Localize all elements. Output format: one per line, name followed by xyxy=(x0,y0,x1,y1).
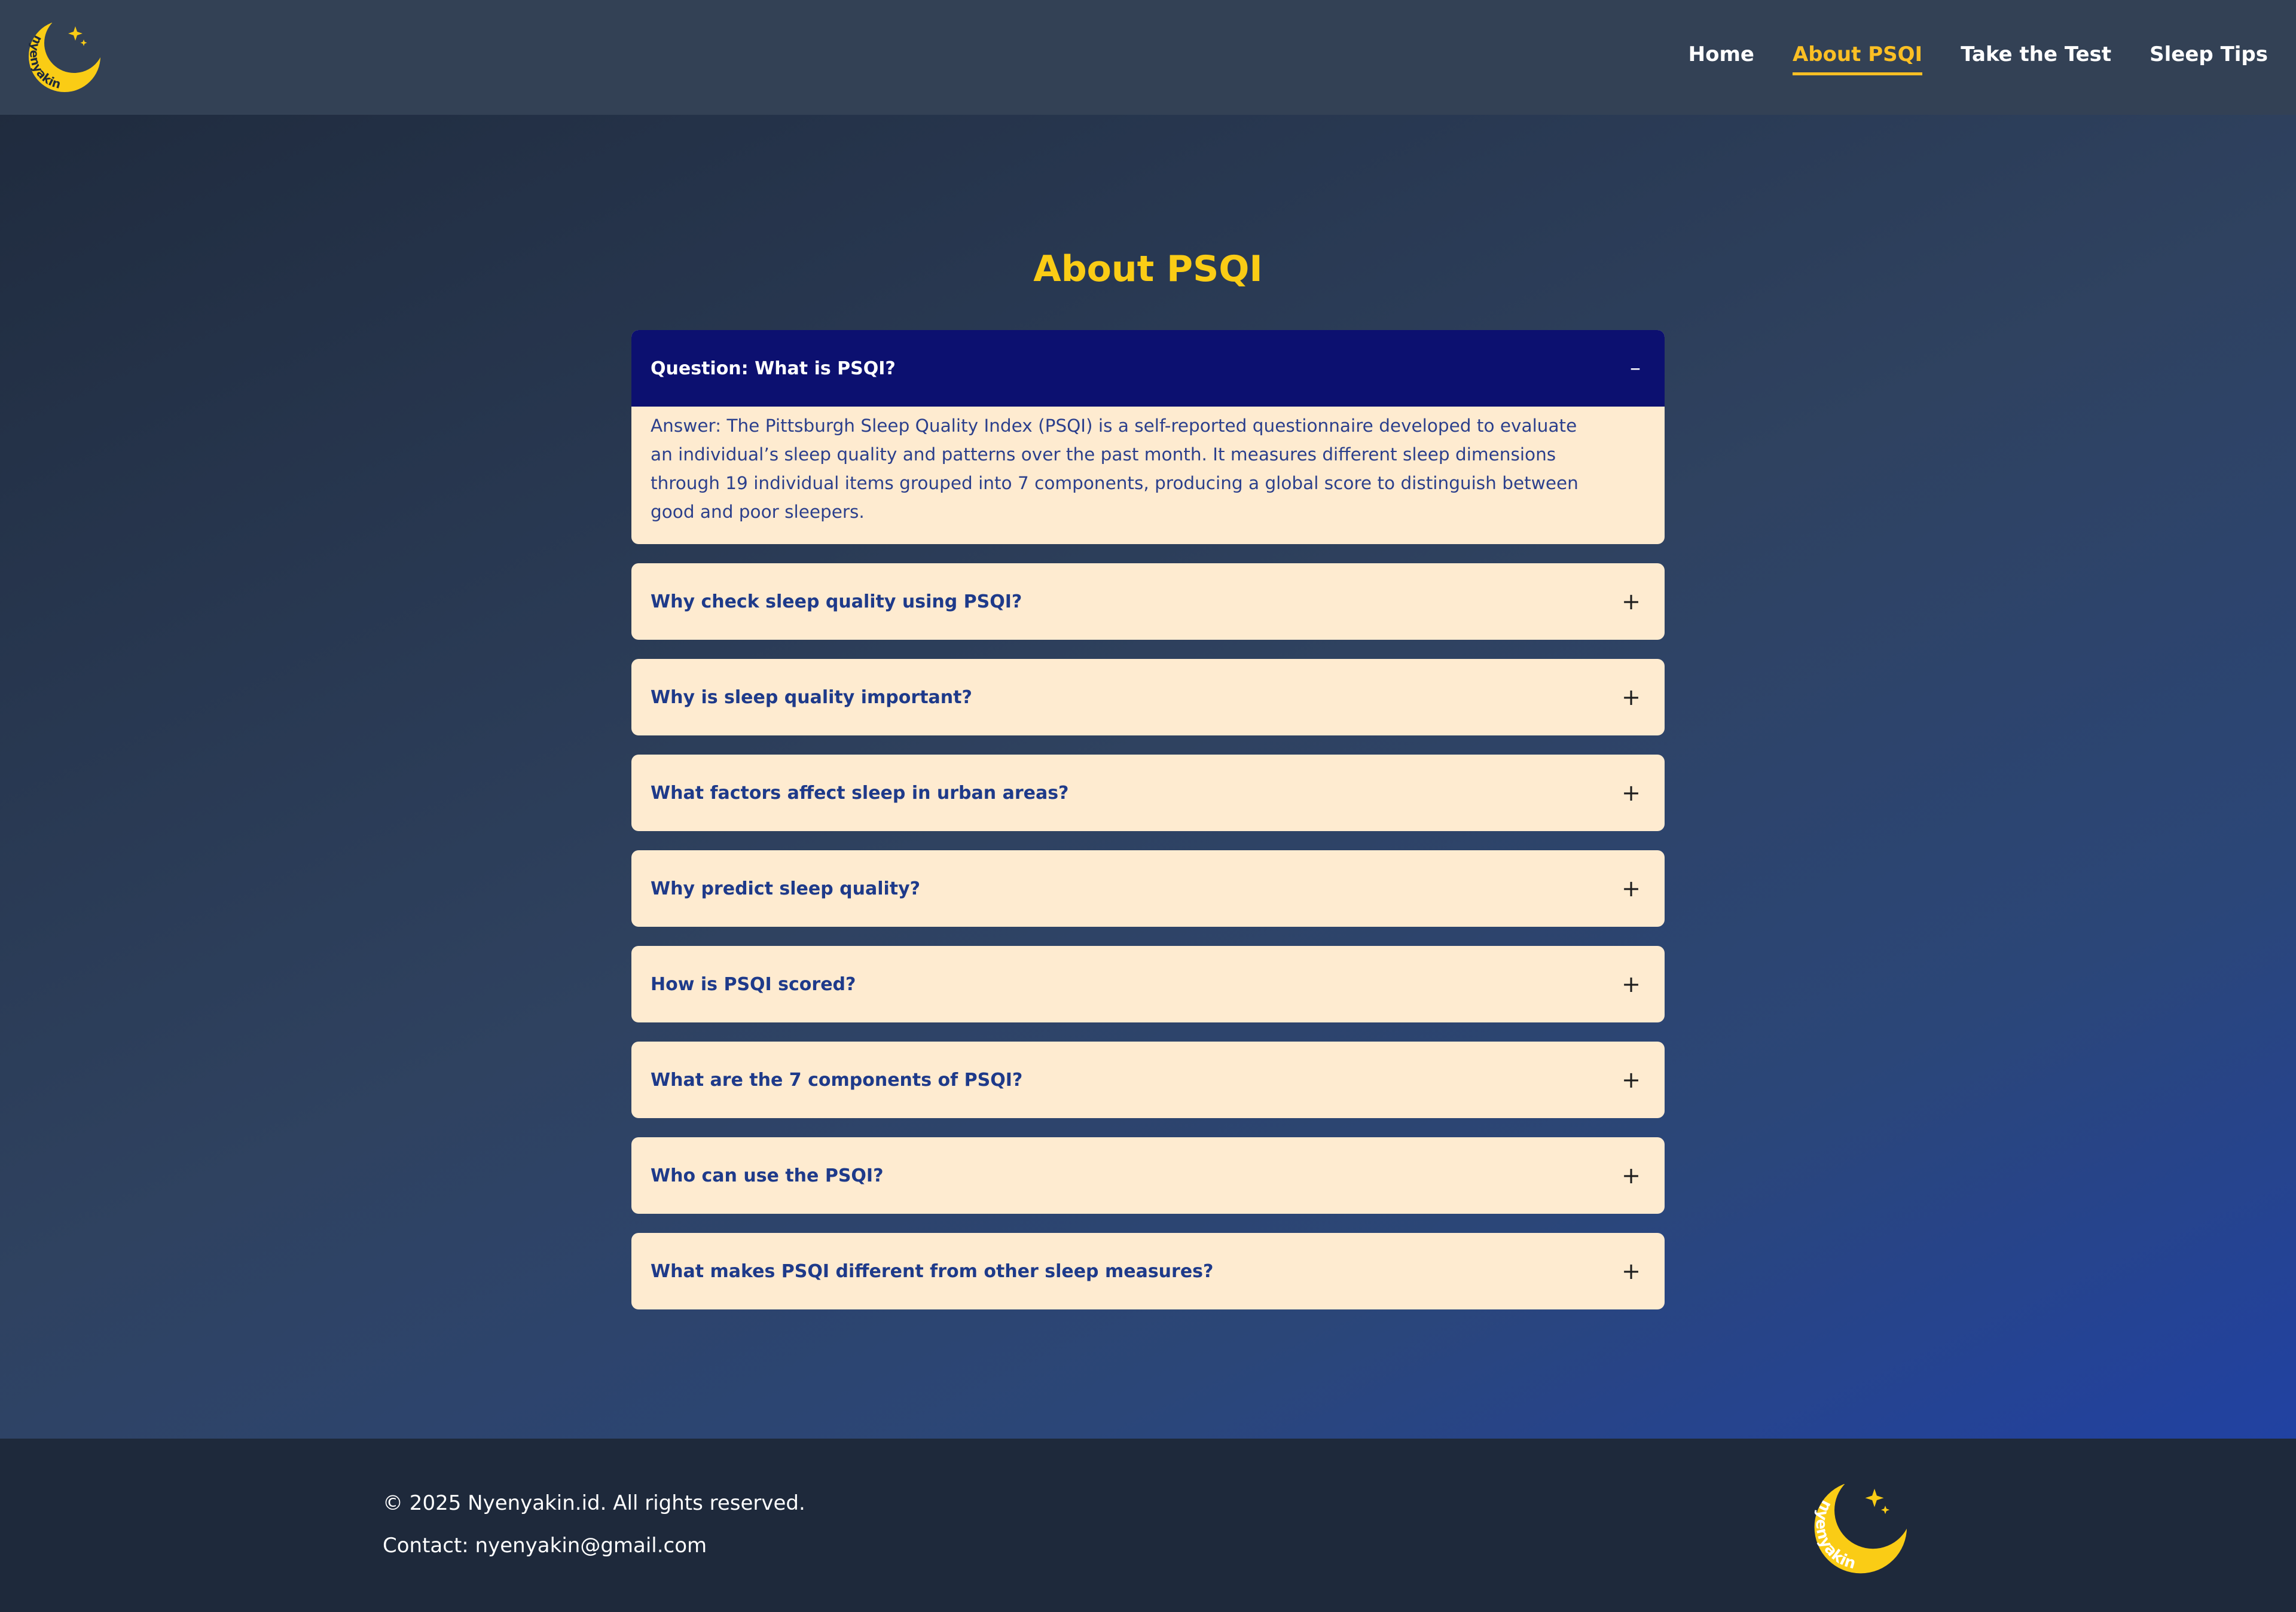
faq-answer-text: Answer: The Pittsburgh Sleep Quality Ind… xyxy=(651,416,1578,522)
footer-contact: Contact: nyenyakin@gmail.com xyxy=(383,1534,707,1558)
faq-item: Why is sleep quality important? + xyxy=(631,659,1665,735)
faq-question-text: How is PSQI scored? xyxy=(651,973,856,995)
faq-question-button[interactable]: Why predict sleep quality? + xyxy=(631,850,1665,927)
faq-question-button[interactable]: Why is sleep quality important? + xyxy=(631,659,1665,735)
site-header: nyenyakin Home About PSQI Take the Test … xyxy=(0,0,2296,115)
expand-icon[interactable]: + xyxy=(1622,686,1641,709)
nav-about-psqi[interactable]: About PSQI xyxy=(1792,42,1923,75)
faq-question-text: Who can use the PSQI? xyxy=(651,1165,884,1186)
faq-question-text: Why check sleep quality using PSQI? xyxy=(651,591,1022,612)
faq-question-text: Why predict sleep quality? xyxy=(651,878,921,899)
expand-icon[interactable]: + xyxy=(1622,1164,1641,1187)
faq-question-button[interactable]: Why check sleep quality using PSQI? + xyxy=(631,563,1665,640)
expand-icon[interactable]: + xyxy=(1622,1260,1641,1283)
faq-item: What factors affect sleep in urban areas… xyxy=(631,755,1665,831)
faq-accordion: Question: What is PSQI? – Answer: The Pi… xyxy=(631,330,1665,1329)
faq-question-text: Question: What is PSQI? xyxy=(651,358,896,379)
page-title: About PSQI xyxy=(1033,248,1263,290)
nyenyakin-logo[interactable]: nyenyakin xyxy=(28,23,106,93)
main-nav: Home About PSQI Take the Test Sleep Tips xyxy=(1689,0,2268,115)
faq-question-button[interactable]: How is PSQI scored? + xyxy=(631,946,1665,1022)
faq-question-text: Why is sleep quality important? xyxy=(651,686,972,708)
expand-icon[interactable]: + xyxy=(1622,1068,1641,1091)
faq-item: How is PSQI scored? + xyxy=(631,946,1665,1022)
faq-question-text: What factors affect sleep in urban areas… xyxy=(651,782,1069,804)
site-footer: © 2025 Nyenyakin.id. All rights reserved… xyxy=(0,1439,2296,1612)
expand-icon[interactable]: + xyxy=(1622,877,1641,900)
faq-item: Why check sleep quality using PSQI? + xyxy=(631,563,1665,640)
expand-icon[interactable]: + xyxy=(1622,590,1641,613)
faq-question-text: What makes PSQI different from other sle… xyxy=(651,1260,1214,1282)
nav-take-the-test[interactable]: Take the Test xyxy=(1961,42,2111,75)
faq-question-button[interactable]: What makes PSQI different from other sle… xyxy=(631,1233,1665,1309)
expand-icon[interactable]: + xyxy=(1622,973,1641,996)
footer-copyright: © 2025 Nyenyakin.id. All rights reserved… xyxy=(383,1491,805,1515)
faq-item-what-is-psqi: Question: What is PSQI? – Answer: The Pi… xyxy=(631,330,1665,544)
faq-question-button[interactable]: Question: What is PSQI? – xyxy=(631,330,1665,407)
faq-question-button[interactable]: Who can use the PSQI? + xyxy=(631,1137,1665,1214)
faq-item: What makes PSQI different from other sle… xyxy=(631,1233,1665,1309)
faq-question-button[interactable]: What are the 7 components of PSQI? + xyxy=(631,1042,1665,1118)
faq-item: Why predict sleep quality? + xyxy=(631,850,1665,927)
nyenyakin-footer-logo: nyenyakin xyxy=(1813,1483,1907,1574)
nav-sleep-tips[interactable]: Sleep Tips xyxy=(2150,42,2268,75)
nav-home[interactable]: Home xyxy=(1689,42,1754,75)
faq-question-button[interactable]: What factors affect sleep in urban areas… xyxy=(631,755,1665,831)
faq-item: What are the 7 components of PSQI? + xyxy=(631,1042,1665,1118)
collapse-icon[interactable]: – xyxy=(1630,358,1641,379)
expand-icon[interactable]: + xyxy=(1622,781,1641,804)
faq-item: Who can use the PSQI? + xyxy=(631,1137,1665,1214)
faq-question-text: What are the 7 components of PSQI? xyxy=(651,1069,1023,1091)
